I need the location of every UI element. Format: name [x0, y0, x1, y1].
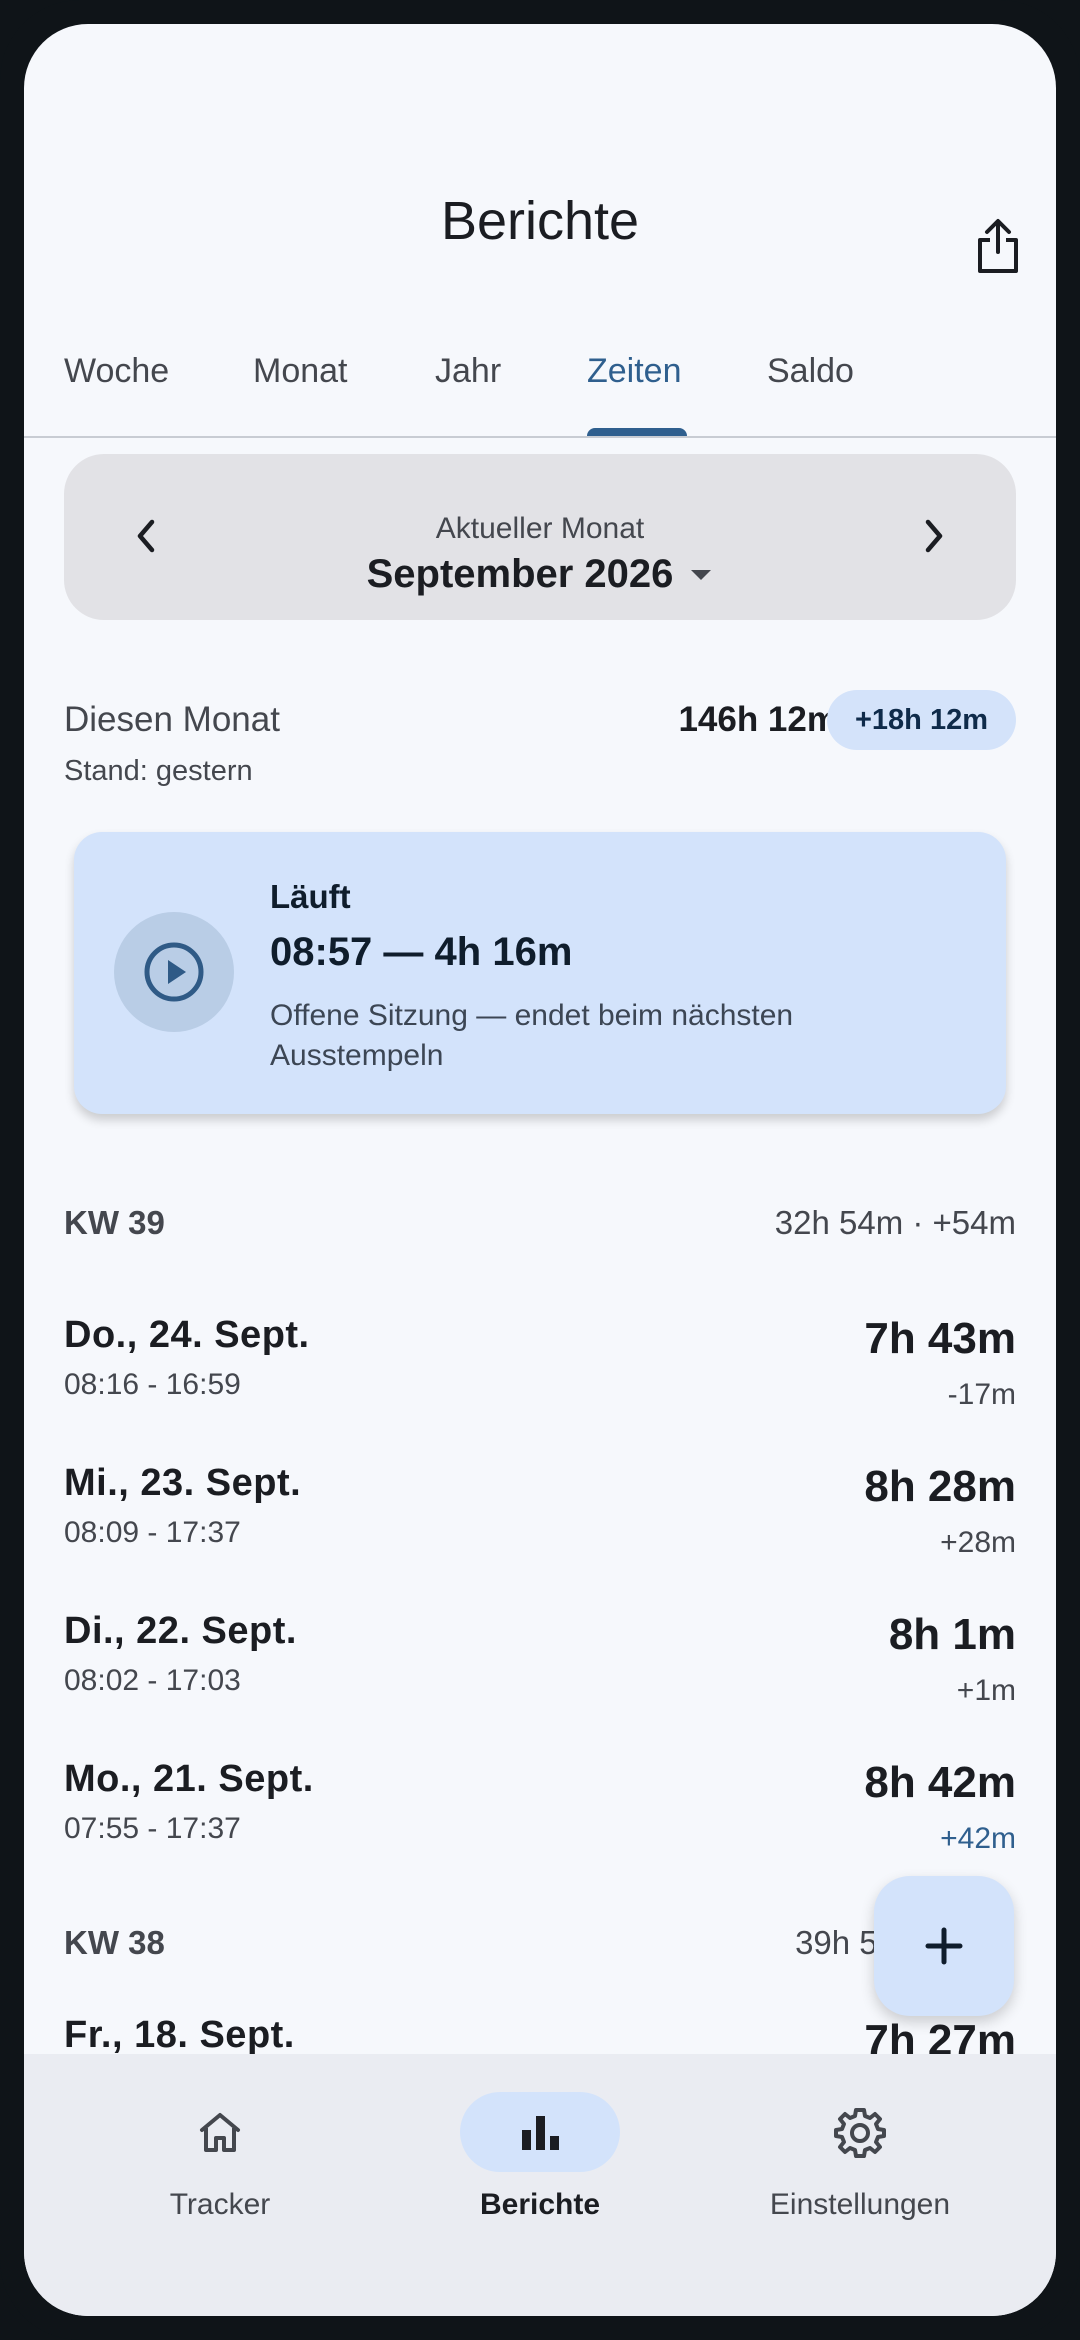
day-name: Di., 22. Sept.	[64, 1610, 297, 1652]
bottom-navigation: Tracker Berichte Einstellungen	[24, 2054, 1056, 2316]
summary-total: 146h 12m	[678, 700, 838, 739]
day-total: 7h 43m	[864, 1314, 1016, 1363]
play-circle-icon	[144, 942, 204, 1002]
summary-status: Stand: gestern	[64, 755, 253, 787]
nav-pill	[460, 2092, 620, 2172]
nav-item-einstellungen[interactable]: Einstellungen	[740, 2092, 980, 2232]
day-diff: +42m	[940, 1822, 1016, 1855]
page-title: Berichte	[440, 191, 640, 251]
nav-label: Tracker	[169, 2188, 271, 2221]
day-total: 8h 42m	[864, 1758, 1016, 1807]
week-label: KW 38	[64, 1924, 165, 1961]
nav-pill	[140, 2092, 300, 2172]
day-name: Mi., 23. Sept.	[64, 1462, 302, 1504]
month-dropdown[interactable]: September 2026	[64, 552, 1016, 597]
day-row[interactable]: Di., 22. Sept. 08:02 - 17:03 8h 1m +1m	[24, 1610, 1056, 1750]
nav-pill	[780, 2092, 940, 2172]
home-icon	[200, 2113, 240, 2152]
month-selector: Aktueller Monat September 2026	[64, 454, 1016, 620]
chevron-right-icon	[925, 519, 943, 553]
week-label: KW 39	[64, 1204, 165, 1241]
nav-label: Einstellungen	[769, 2188, 951, 2221]
tab-woche[interactable]: Woche	[64, 352, 169, 391]
nav-item-tracker[interactable]: Tracker	[100, 2092, 340, 2232]
day-total: 8h 1m	[888, 1610, 1016, 1659]
day-total: 8h 28m	[864, 1462, 1016, 1511]
running-session-card[interactable]: Läuft 08:57 — 4h 16m Offene Sitzung — en…	[74, 832, 1006, 1114]
day-name: Fr., 18. Sept.	[64, 2014, 295, 2056]
day-time-range: 08:16 - 16:59	[64, 1368, 241, 1401]
tab-monat[interactable]: Monat	[253, 352, 348, 391]
nav-label: Berichte	[479, 2188, 601, 2221]
nav-item-berichte[interactable]: Berichte	[420, 2092, 660, 2232]
arrow-drop-down-icon	[691, 569, 712, 580]
day-name: Mo., 21. Sept.	[64, 1758, 314, 1800]
play-circle-badge	[114, 912, 234, 1032]
running-title: Läuft	[270, 878, 351, 915]
day-time-range: 08:09 - 17:37	[64, 1516, 241, 1549]
day-diff: +28m	[940, 1526, 1016, 1559]
tab-saldo[interactable]: Saldo	[767, 352, 854, 391]
day-row[interactable]: Mi., 23. Sept. 08:09 - 17:37 8h 28m +28m	[24, 1462, 1056, 1602]
gear-icon	[834, 2108, 886, 2158]
day-diff: +1m	[956, 1674, 1016, 1707]
report-tabs: Woche Monat Jahr Zeiten Saldo	[24, 324, 1056, 438]
app-screen: Berichte Woche Monat Jahr Zeiten Saldo A…	[24, 24, 1056, 2316]
plus-icon	[925, 1927, 963, 1965]
summary-label: Diesen Monat	[64, 700, 280, 739]
share-button[interactable]	[970, 214, 1026, 278]
running-description: Offene Sitzung — endet beim nächsten Aus…	[270, 999, 794, 1072]
device-frame: Berichte Woche Monat Jahr Zeiten Saldo A…	[0, 0, 1080, 2340]
add-entry-button[interactable]	[874, 1876, 1014, 2016]
balance-badge: +18h 12m	[826, 690, 1016, 750]
day-diff: -17m	[947, 1378, 1016, 1411]
month-caption: Aktueller Monat	[435, 512, 645, 545]
bar-chart-icon	[522, 2116, 559, 2150]
share-icon	[978, 219, 1018, 273]
day-time-range: 08:02 - 17:03	[64, 1664, 241, 1697]
tab-jahr[interactable]: Jahr	[435, 352, 501, 391]
month-value: September 2026	[366, 552, 674, 596]
running-time: 08:57 — 4h 16m	[270, 930, 573, 974]
day-name: Do., 24. Sept.	[64, 1314, 310, 1356]
day-row[interactable]: Do., 24. Sept. 08:16 - 16:59 7h 43m -17m	[24, 1314, 1056, 1454]
day-time-range: 07:55 - 17:37	[64, 1812, 241, 1845]
next-month-button[interactable]	[902, 504, 966, 568]
week-sum: 32h 54m · +54m	[774, 1204, 1016, 1241]
active-tab-indicator	[587, 428, 687, 436]
tab-zeiten[interactable]: Zeiten	[587, 352, 682, 391]
